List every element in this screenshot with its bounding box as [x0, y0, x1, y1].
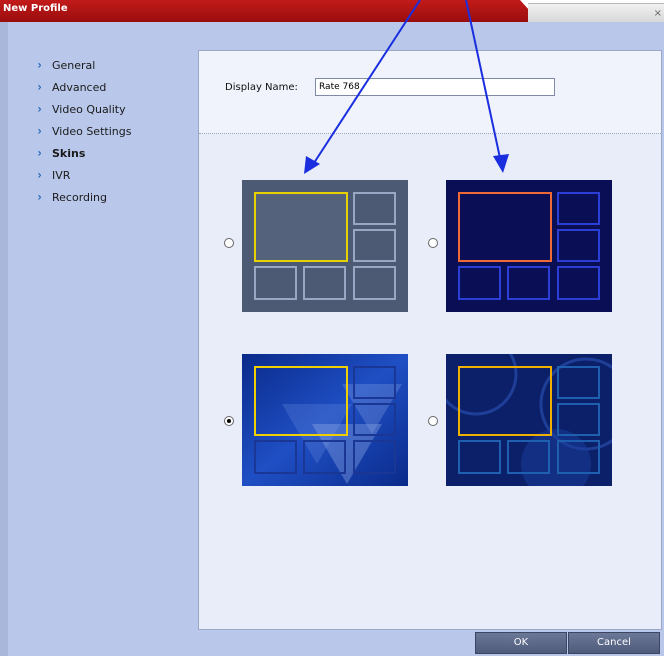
sidebar-item-advanced[interactable]: › Advanced — [36, 76, 131, 98]
display-name-input[interactable] — [315, 78, 555, 96]
skin-thumbnail-gray[interactable] — [242, 180, 408, 312]
sidebar-item-video-settings[interactable]: › Video Settings — [36, 120, 132, 142]
sidebar-item-label: Recording — [52, 190, 108, 204]
sidebar-item-recording[interactable]: › Recording — [36, 186, 131, 208]
chevron-right-icon: › — [37, 190, 42, 204]
title-bar-background: × — [528, 3, 664, 23]
skin-radio-1[interactable] — [224, 238, 234, 248]
sidebar-item-label: Video Settings — [52, 124, 132, 138]
skin-thumbnail-dark-navy[interactable] — [446, 180, 612, 312]
skin-thumbnail-blue-circles[interactable] — [446, 354, 612, 486]
sidebar-item-label: Skins — [52, 146, 86, 160]
display-name-label: Display Name: — [225, 82, 298, 93]
skin-thumbnail-blue-triangles[interactable] — [242, 354, 408, 486]
sidebar-item-label: Advanced — [52, 80, 107, 94]
ok-button[interactable]: OK — [475, 632, 567, 654]
chevron-right-icon: › — [37, 58, 42, 72]
sidebar-item-label: Video Quality — [52, 102, 126, 116]
chevron-right-icon: › — [37, 146, 42, 160]
sidebar-item-general[interactable]: › General — [36, 54, 131, 76]
sidebar-item-label: IVR — [52, 168, 71, 182]
dialog-left-edge — [0, 22, 8, 656]
title-bar: × New Profile — [0, 0, 664, 23]
title-tab — [0, 0, 540, 22]
close-icon[interactable]: × — [654, 8, 662, 19]
skin-radio-3[interactable] — [224, 416, 234, 426]
chevron-right-icon: › — [37, 168, 42, 182]
cancel-button[interactable]: Cancel — [568, 632, 660, 654]
chevron-right-icon: › — [37, 102, 42, 116]
sidebar-item-video-quality[interactable]: › Video Quality — [36, 98, 131, 120]
sidebar-item-ivr[interactable]: › IVR — [36, 164, 131, 186]
sidebar-nav: › General › Advanced › Video Quality › V… — [36, 54, 132, 208]
display-name-section: Display Name: — [199, 51, 661, 134]
chevron-right-icon: › — [37, 80, 42, 94]
sidebar-item-label: General — [52, 58, 96, 72]
chevron-right-icon: › — [37, 124, 42, 138]
sidebar-item-skins[interactable]: › Skins — [36, 142, 131, 164]
skins-panel: Display Name: — [198, 50, 662, 630]
skin-radio-2[interactable] — [428, 238, 438, 248]
window-title: New Profile — [3, 3, 68, 14]
skin-radio-4[interactable] — [428, 416, 438, 426]
